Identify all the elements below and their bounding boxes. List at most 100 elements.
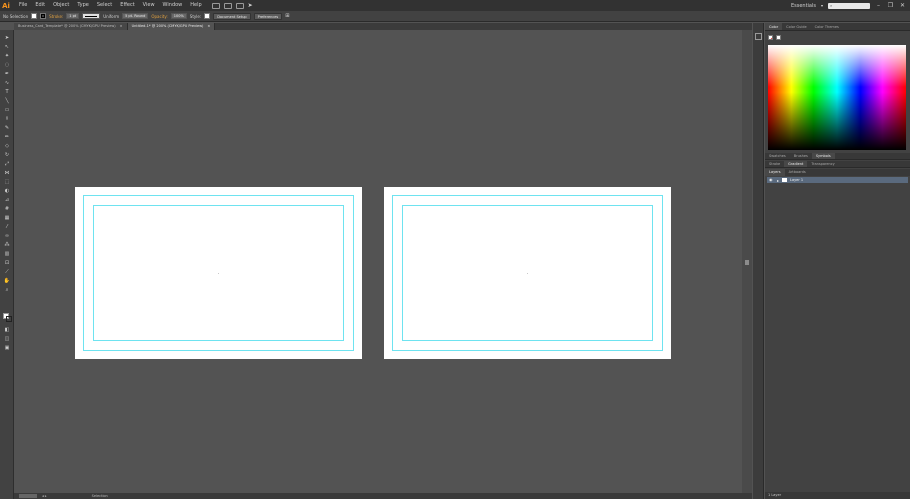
screen-mode-icon[interactable]: ▣ [3, 344, 11, 351]
fill-swatch[interactable] [31, 13, 38, 19]
preferences-button[interactable]: Preferences [253, 12, 283, 20]
send-icon[interactable]: ➤ [248, 2, 253, 9]
zoom-tool-icon[interactable]: ⌕ [3, 286, 11, 293]
layer-name[interactable]: Layer 1 [790, 178, 803, 182]
stroke-swatch[interactable] [40, 13, 47, 19]
tab-color-guide[interactable]: Color Guide [782, 23, 811, 30]
eye-icon[interactable]: ◉ [769, 178, 774, 182]
free-transform-icon[interactable]: ⬚ [3, 178, 11, 185]
menu-object[interactable]: Object [49, 0, 73, 11]
layer-row[interactable]: ◉ ▸ Layer 1 [767, 177, 908, 183]
minimize-button[interactable]: – [875, 2, 882, 9]
document-setup-button[interactable]: Document Setup [213, 12, 251, 20]
blend-tool-icon[interactable]: ∞ [3, 232, 11, 239]
expand-arrow-icon[interactable]: ▸ [777, 178, 779, 183]
slice-tool-icon[interactable]: ⟋ [3, 268, 11, 275]
stroke-weight-field[interactable]: 1 pt [66, 13, 80, 19]
column-graph-icon[interactable]: ▥ [3, 250, 11, 257]
menu-effect[interactable]: Effect [116, 0, 138, 11]
mesh-tool-icon[interactable]: # [3, 205, 11, 212]
stroke-label[interactable]: Stroke: [49, 14, 63, 19]
tab-label: Business_Card_Template* @ 200% (CMYK/GPU… [18, 24, 116, 28]
pen-tool-icon[interactable]: ✒ [3, 70, 11, 77]
close-icon[interactable]: × [207, 23, 210, 30]
scale-tool-icon[interactable]: ⤢ [3, 160, 11, 167]
line-tool-icon[interactable]: ╲ [3, 97, 11, 104]
menu-select[interactable]: Select [93, 0, 116, 11]
artboard-1[interactable] [75, 187, 362, 359]
width-tool-icon[interactable]: ⋈ [3, 169, 11, 176]
status-mode[interactable]: Selection [92, 494, 108, 498]
selection-tool-icon[interactable]: ➤ [3, 34, 11, 41]
white-swatch[interactable] [776, 35, 781, 40]
graphic-style-swatch[interactable] [204, 13, 211, 19]
panel-toggle-icon[interactable] [755, 33, 762, 40]
canvas[interactable] [15, 30, 742, 493]
curvature-tool-icon[interactable]: ∿ [3, 79, 11, 86]
search-icon: ⌕ [830, 3, 833, 8]
rotate-tool-icon[interactable]: ↻ [3, 151, 11, 158]
restore-button[interactable]: ❐ [887, 2, 894, 9]
menu-edit[interactable]: Edit [31, 0, 49, 11]
shaper-tool-icon[interactable]: ✎ [3, 124, 11, 131]
tab-transparency[interactable]: Transparency [807, 161, 838, 167]
scrollbar-thumb[interactable] [745, 260, 749, 265]
close-button[interactable]: ✕ [899, 2, 906, 9]
menu-view[interactable]: View [139, 0, 159, 11]
tab-business-card[interactable]: Business_Card_Template* @ 200% (CMYK/GPU… [14, 23, 128, 30]
symbol-sprayer-icon[interactable]: ⁂ [3, 241, 11, 248]
perspective-grid-icon[interactable]: ⊿ [3, 196, 11, 203]
search-input[interactable]: ⌕ [828, 2, 870, 9]
bridge-icon[interactable] [211, 2, 220, 9]
swatches-panel-tabs: Swatches Brushes Symbols [765, 153, 910, 160]
profile-label: Uniform [103, 13, 120, 19]
gradient-tool-icon[interactable]: ▦ [3, 214, 11, 221]
artboard-2[interactable] [384, 187, 671, 359]
brush-definition[interactable]: 5 pt. Round [122, 13, 149, 19]
layer-thumbnail [782, 178, 788, 182]
artboard-navigation[interactable]: ◂ ▸ [42, 494, 47, 498]
workspace-switcher[interactable]: Essentials [791, 3, 816, 9]
color-mode-icon[interactable]: ◧ [3, 326, 11, 333]
opacity-label[interactable]: Opacity: [151, 14, 167, 19]
arrange-documents-icon[interactable] [235, 2, 244, 9]
color-spectrum[interactable] [768, 45, 906, 150]
tab-symbols[interactable]: Symbols [811, 153, 835, 159]
vertical-scrollbar[interactable] [742, 30, 752, 493]
direct-selection-tool-icon[interactable]: ↖ [3, 43, 11, 50]
tab-color-themes[interactable]: Color Themes [811, 23, 843, 30]
paintbrush-icon[interactable]: ɫ [3, 115, 11, 122]
menu-file[interactable]: File [15, 0, 31, 11]
tab-artboards[interactable]: Artboards [785, 169, 810, 176]
magic-wand-icon[interactable]: ✦ [3, 52, 11, 59]
shape-builder-icon[interactable]: ◐ [3, 187, 11, 194]
tab-swatches[interactable]: Swatches [765, 153, 790, 159]
tab-layers[interactable]: Layers [765, 169, 785, 176]
zoom-field[interactable] [19, 494, 37, 498]
opacity-field[interactable]: 100% [170, 13, 187, 19]
lasso-icon[interactable]: ◌ [3, 61, 11, 68]
rectangle-tool-icon[interactable]: ▭ [3, 106, 11, 113]
pencil-icon[interactable]: ✏ [3, 133, 11, 140]
tab-color[interactable]: Color [765, 23, 783, 30]
artboard-tool-icon[interactable]: ⊡ [3, 259, 11, 266]
type-tool-icon[interactable]: T [3, 88, 11, 95]
arrange-icon[interactable]: ⊞ [285, 13, 289, 19]
menu-help[interactable]: Help [186, 0, 205, 11]
tab-brushes[interactable]: Brushes [790, 153, 812, 159]
drawing-mode-icon[interactable]: ◫ [3, 335, 11, 342]
tab-stroke[interactable]: Stroke [765, 161, 784, 167]
menu-type[interactable]: Type [73, 0, 92, 11]
variable-width-profile[interactable] [82, 13, 101, 19]
chevron-down-icon[interactable]: ▾ [821, 3, 823, 8]
menu-window[interactable]: Window [159, 0, 187, 11]
stroke-color-swatch[interactable] [6, 316, 12, 322]
close-icon[interactable]: × [120, 23, 123, 30]
none-swatch[interactable] [768, 35, 773, 40]
eraser-icon[interactable]: ◇ [3, 142, 11, 149]
stock-icon[interactable] [223, 2, 232, 9]
tab-untitled[interactable]: Untitled-1* @ 200% (CMYK/GPU Preview) × [127, 23, 216, 30]
tab-gradient[interactable]: Gradient [784, 161, 808, 167]
hand-tool-icon[interactable]: ✋ [3, 277, 11, 284]
eyedropper-icon[interactable]: ⁄ [3, 223, 11, 230]
